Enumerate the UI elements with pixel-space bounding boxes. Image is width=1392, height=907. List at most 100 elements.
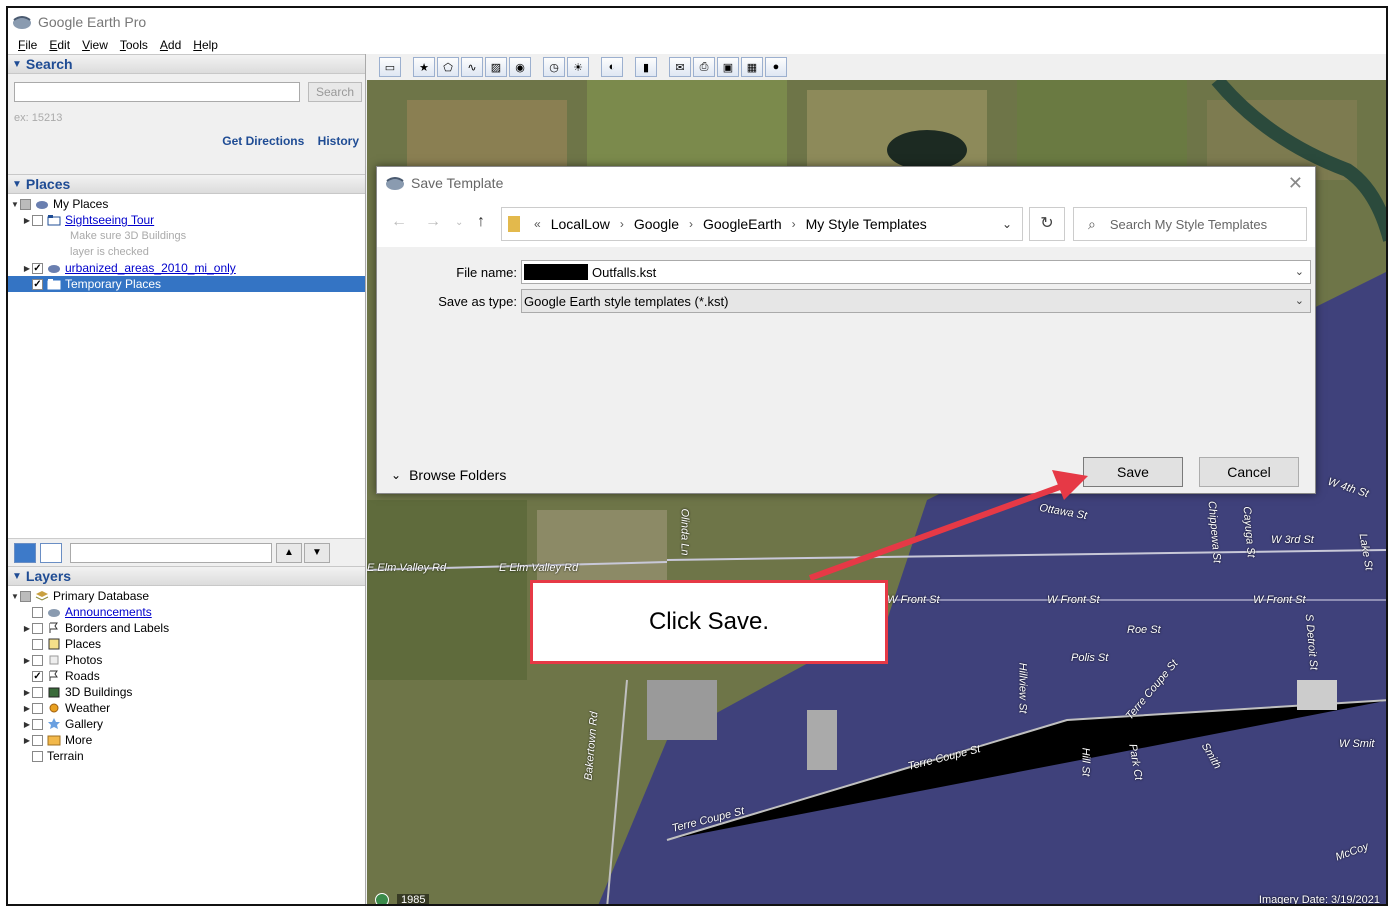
checkbox[interactable] [32,638,43,650]
save-button[interactable]: Save [1083,457,1183,487]
checkbox-partial[interactable] [20,198,31,210]
tree-item-urbanized[interactable]: ▶ ✓ urbanized_areas_2010_mi_only [8,260,365,276]
layer-terrain[interactable]: Terrain [8,748,365,764]
polygon-icon[interactable]: ⬠ [437,57,459,77]
breadcrumb[interactable]: « LocalLow › Google › GoogleEarth › My S… [501,207,1023,241]
expand-right-icon[interactable]: ▶ [22,264,32,273]
layer-roads[interactable]: ✓ Roads [8,668,365,684]
expand-down-icon[interactable]: ▼ [10,200,20,209]
layer-places[interactable]: Places [8,636,365,652]
close-icon[interactable]: ✕ [1288,173,1303,194]
cancel-button[interactable]: Cancel [1199,457,1299,487]
layer-more[interactable]: ▶ More [8,732,365,748]
expand-right-icon[interactable]: ▶ [22,624,32,633]
tree-item-sightseeing[interactable]: ▶ Sightseeing Tour [8,212,365,228]
menu-view[interactable]: View [82,38,108,52]
breadcrumb-item[interactable]: My Style Templates [806,216,927,232]
layer-primary-database[interactable]: ▼ Primary Database [8,588,365,604]
print-icon[interactable]: ⎙ [693,57,715,77]
menu-file[interactable]: File [18,38,37,52]
menu-add[interactable]: Add [160,38,181,52]
refresh-button[interactable]: ↻ [1029,207,1065,241]
history-link[interactable]: History [318,134,359,148]
layer-borders[interactable]: ▶ Borders and Labels [8,620,365,636]
checkbox[interactable] [32,718,43,730]
chevron-down-icon[interactable]: ⌄ [1295,294,1304,307]
expand-down-icon[interactable]: ▼ [10,592,20,601]
historical-imagery-icon[interactable]: ◷ [543,57,565,77]
layer-3d-buildings[interactable]: ▶ 3D Buildings [8,684,365,700]
map-view-icon[interactable]: ▦ [741,57,763,77]
layer-weather[interactable]: ▶ Weather [8,700,365,716]
layers-filter-input[interactable] [70,543,272,563]
sunlight-icon[interactable]: ☀ [567,57,589,77]
checkbox-partial[interactable] [20,590,31,602]
checkbox-checked[interactable]: ✓ [32,278,43,290]
up-arrow-icon[interactable]: ↑ [477,213,485,231]
sidebar-toggle-icon[interactable]: ▭ [379,57,401,77]
move-down-button[interactable]: ▼ [304,543,330,563]
chevron-right-icon[interactable]: › [620,217,624,231]
checkbox-checked[interactable]: ✓ [32,262,43,274]
sidebar-toggle-button[interactable] [40,543,62,563]
save-type-select[interactable]: Google Earth style templates (*.kst) ⌄ [521,289,1311,313]
checkbox[interactable] [32,734,43,746]
expand-right-icon[interactable]: ▶ [22,656,32,665]
image-overlay-icon[interactable]: ▨ [485,57,507,77]
move-up-button[interactable]: ▲ [276,543,302,563]
menu-edit[interactable]: Edit [49,38,70,52]
historical-clock-icon[interactable] [375,893,389,904]
search-section-header[interactable]: ▼ Search [8,54,365,74]
record-tour-icon[interactable]: ◉ [509,57,531,77]
menu-tools[interactable]: Tools [120,38,148,52]
chevron-down-icon[interactable]: ⌄ [1295,265,1304,278]
expand-right-icon[interactable]: ▶ [22,736,32,745]
path-icon[interactable]: ∿ [461,57,483,77]
back-arrow-icon[interactable]: ← [391,213,407,231]
expand-right-icon[interactable]: ▶ [22,216,32,225]
expand-right-icon[interactable]: ▶ [22,720,32,729]
places-section-header[interactable]: ▼ Places [8,174,365,194]
file-name-input[interactable]: Outfalls.kst ⌄ [521,260,1311,284]
checkbox[interactable] [32,702,43,714]
layer-gallery[interactable]: ▶ Gallery [8,716,365,732]
search-button[interactable]: Search [308,82,362,102]
ruler-icon[interactable]: ▮ [635,57,657,77]
checkbox[interactable] [32,686,43,698]
chevron-right-icon[interactable]: › [792,217,796,231]
tree-item-temporary-places[interactable]: ✓ Temporary Places [8,276,365,292]
breadcrumb-item[interactable]: Google [634,216,679,232]
search-panel-button[interactable] [14,543,36,563]
layer-photos[interactable]: ▶ Photos [8,652,365,668]
checkbox[interactable] [32,606,43,618]
sightseeing-tour-link[interactable]: Sightseeing Tour [65,213,154,227]
get-directions-link[interactable]: Get Directions [222,134,304,148]
save-image-icon[interactable]: ▣ [717,57,739,77]
tree-item-my-places[interactable]: ▼ My Places [8,196,365,212]
announcements-link[interactable]: Announcements [65,605,152,619]
chevron-right-icon[interactable]: › [689,217,693,231]
menu-help[interactable]: Help [193,38,218,52]
planets-icon[interactable]: ◐ [601,57,623,77]
layer-announcements[interactable]: Announcements [8,604,365,620]
expand-right-icon[interactable]: ▶ [22,704,32,713]
urbanized-areas-link[interactable]: urbanized_areas_2010_mi_only [65,261,236,275]
overflow-chevron-icon[interactable]: « [534,217,541,231]
earth-globe-icon[interactable]: ● [765,57,787,77]
checkbox[interactable] [32,750,43,762]
checkbox-checked[interactable]: ✓ [32,670,43,682]
chevron-down-icon[interactable]: ⌄ [1002,217,1012,231]
placemark-icon[interactable]: ★ [413,57,435,77]
checkbox[interactable] [32,654,43,666]
checkbox[interactable] [32,622,43,634]
search-input[interactable] [14,82,300,102]
recent-dropdown-icon[interactable]: ⌄ [455,217,463,228]
breadcrumb-item[interactable]: LocalLow [551,216,610,232]
expand-right-icon[interactable]: ▶ [22,688,32,697]
breadcrumb-item[interactable]: GoogleEarth [703,216,782,232]
checkbox[interactable] [32,214,43,226]
folder-search-input[interactable]: ⌕ Search My Style Templates [1073,207,1307,241]
email-icon[interactable]: ✉ [669,57,691,77]
browse-folders-toggle[interactable]: ⌄ Browse Folders [391,467,506,483]
forward-arrow-icon[interactable]: → [425,213,441,231]
